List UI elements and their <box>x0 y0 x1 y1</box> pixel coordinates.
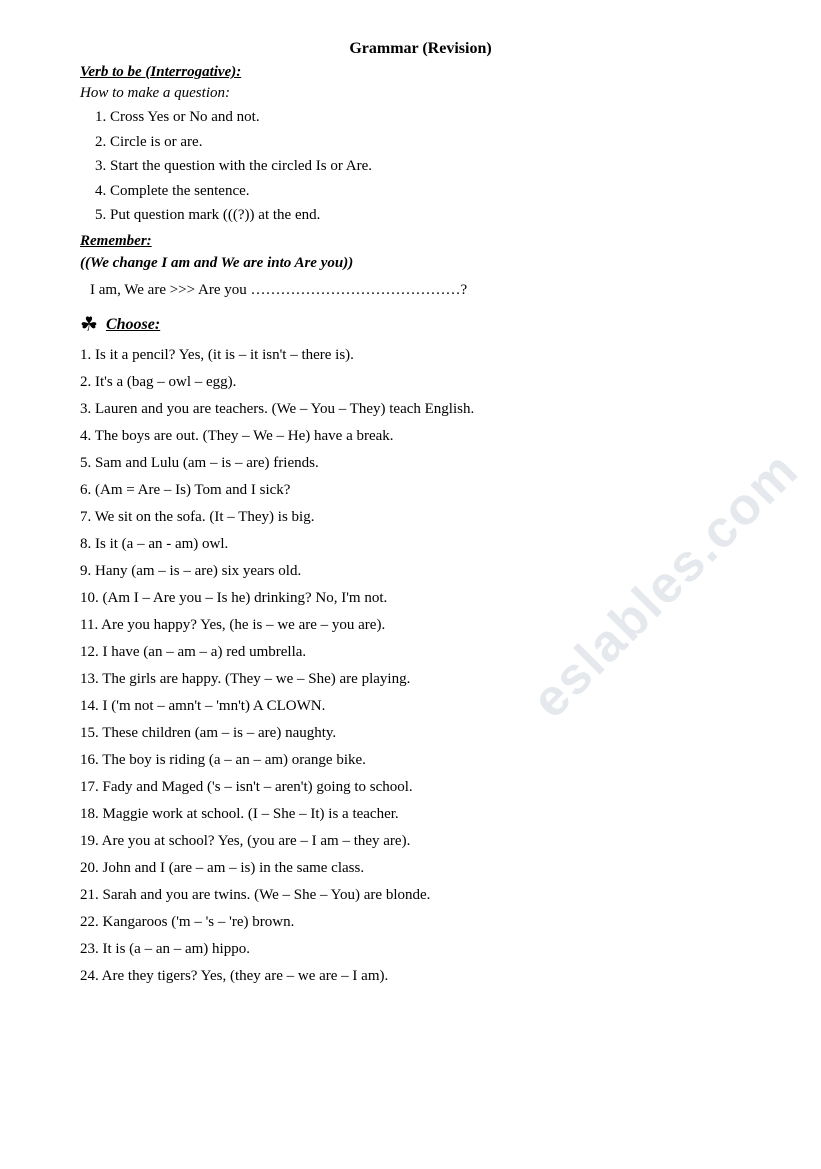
exercise-item: 12. I have (an – am – a) red umbrella. <box>80 640 761 664</box>
step-3: Start the question with the circled Is o… <box>110 155 761 178</box>
flower-icon: ☘ <box>80 312 98 337</box>
exercise-item: 16. The boy is riding (a – an – am) oran… <box>80 748 761 772</box>
choose-label: Choose: <box>106 316 160 334</box>
exercise-list: 1. Is it a pencil? Yes, (it is – it isn'… <box>80 343 761 988</box>
step-5: Put question mark (((?)) at the end. <box>110 204 761 227</box>
exercise-item: 19. Are you at school? Yes, (you are – I… <box>80 829 761 853</box>
exercise-item: 8. Is it (a – an - am) owl. <box>80 532 761 556</box>
exercise-item: 11. Are you happy? Yes, (he is – we are … <box>80 613 761 637</box>
exercise-item: 18. Maggie work at school. (I – She – It… <box>80 802 761 826</box>
remember-rule: ((We change I am and We are into Are you… <box>80 252 761 275</box>
exercise-item: 2. It's a (bag – owl – egg). <box>80 370 761 394</box>
exercise-item: 15. These children (am – is – are) naugh… <box>80 721 761 745</box>
step-1: Cross Yes or No and not. <box>110 106 761 129</box>
page-title: Grammar (Revision) <box>80 40 761 58</box>
exercise-item: 6. (Am = Are – Is) Tom and I sick? <box>80 478 761 502</box>
exercise-item: 14. I ('m not – amn't – 'mn't) A CLOWN. <box>80 694 761 718</box>
exercise-item: 3. Lauren and you are teachers. (We – Yo… <box>80 397 761 421</box>
exercise-item: 4. The boys are out. (They – We – He) ha… <box>80 424 761 448</box>
step-2: Circle is or are. <box>110 131 761 154</box>
exercise-item: 10. (Am I – Are you – Is he) drinking? N… <box>80 586 761 610</box>
choose-section: ☘ Choose: 1. Is it a pencil? Yes, (it is… <box>80 312 761 988</box>
exercise-item: 20. John and I (are – am – is) in the sa… <box>80 856 761 880</box>
exercise-item: 21. Sarah and you are twins. (We – She –… <box>80 883 761 907</box>
are-you-example: I am, We are >>> Are you ……………………………………? <box>90 278 761 302</box>
verb-to-be-title: Verb to be (Interrogative): <box>80 64 761 81</box>
exercise-item: 22. Kangaroos ('m – 's – 're) brown. <box>80 910 761 934</box>
steps-list: Cross Yes or No and not. Circle is or ar… <box>110 106 761 227</box>
exercise-item: 1. Is it a pencil? Yes, (it is – it isn'… <box>80 343 761 367</box>
exercise-item: 5. Sam and Lulu (am – is – are) friends. <box>80 451 761 475</box>
choose-header: ☘ Choose: <box>80 312 761 337</box>
exercise-item: 24. Are they tigers? Yes, (they are – we… <box>80 964 761 988</box>
exercise-item: 13. The girls are happy. (They – we – Sh… <box>80 667 761 691</box>
how-to-subtitle: How to make a question: <box>80 85 761 102</box>
exercise-item: 7. We sit on the sofa. (It – They) is bi… <box>80 505 761 529</box>
exercise-item: 9. Hany (am – is – are) six years old. <box>80 559 761 583</box>
remember-title: Remember: <box>80 233 761 250</box>
exercise-item: 17. Fady and Maged ('s – isn't – aren't)… <box>80 775 761 799</box>
exercise-item: 23. It is (a – an – am) hippo. <box>80 937 761 961</box>
step-4: Complete the sentence. <box>110 180 761 203</box>
